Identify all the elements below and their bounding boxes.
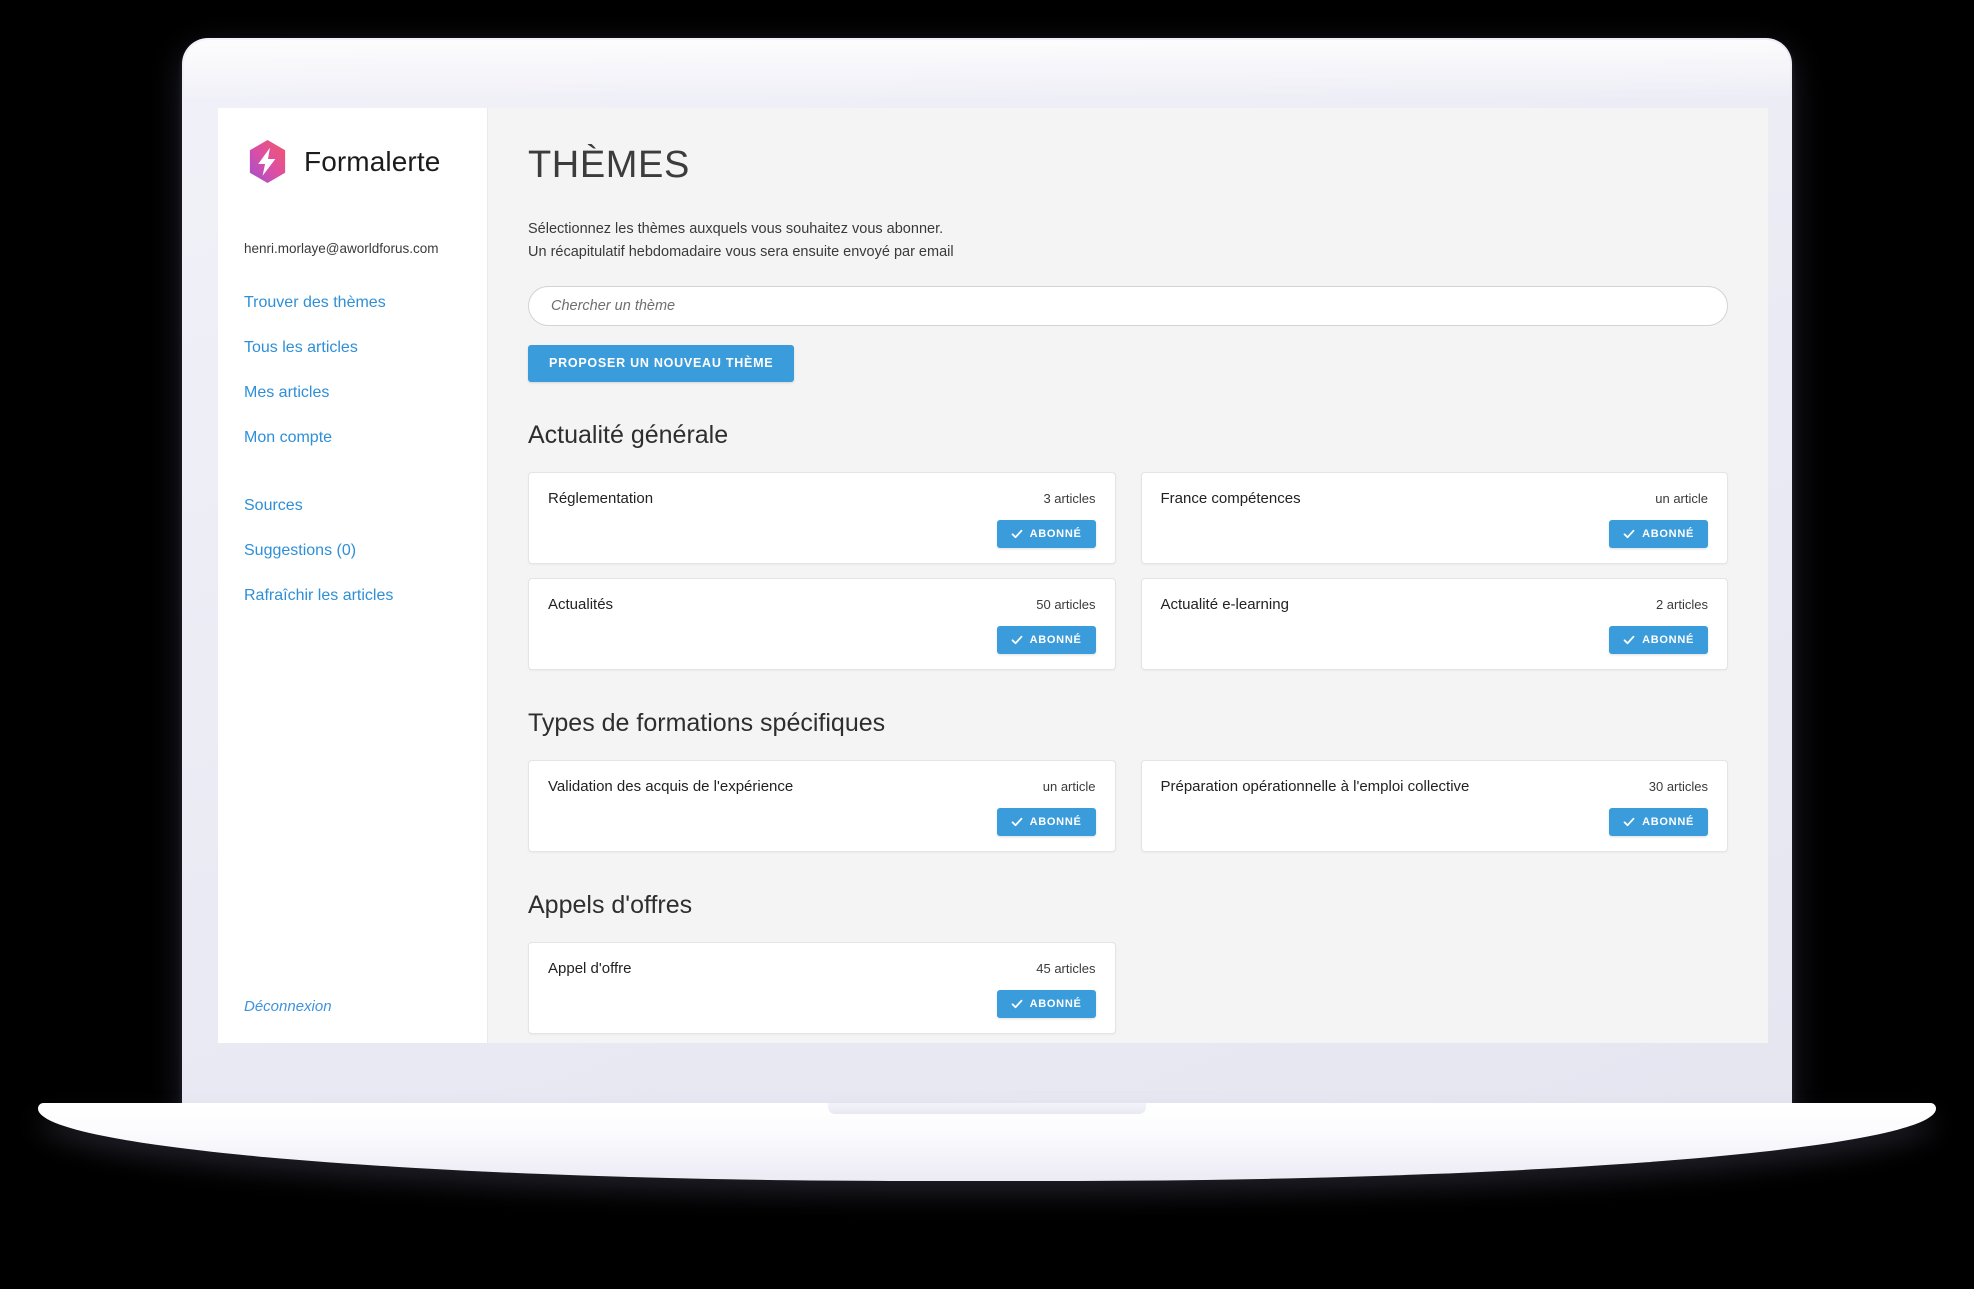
theme-card-title: Actualités: [548, 595, 614, 613]
theme-card-title: Actualité e-learning: [1160, 595, 1289, 613]
theme-card-article-count: 50 articles: [1036, 596, 1096, 612]
subscribe-toggle-button[interactable]: ABONNÉ: [996, 625, 1096, 654]
sidebar-item-suggestions[interactable]: Suggestions (0): [244, 542, 461, 560]
theme-card-grid: Réglementation 3 articles ABONNÉ France com…: [528, 471, 1728, 670]
sidebar-item-sources[interactable]: Sources: [244, 497, 461, 515]
theme-card-title: France compétences: [1160, 489, 1301, 507]
subscribe-button-label: ABONNÉ: [1029, 997, 1082, 1010]
theme-card-article-count: un article: [1655, 490, 1708, 506]
account-email: henri.morlaye@aworldforus.com: [244, 241, 439, 256]
subscribe-button-label: ABONNÉ: [1642, 815, 1694, 828]
check-icon: [1011, 634, 1023, 646]
theme-card-actions: ABONNÉ: [1161, 798, 1708, 836]
intro-line-1: Sélectionnez les thèmes auxquels vous so…: [528, 221, 944, 237]
browser-screen: Formalerte henri.morlaye@aworldforus.com…: [218, 108, 1768, 1043]
brand-logo[interactable]: Formalerte: [218, 138, 487, 185]
theme-card-title: Appel d'offre: [548, 959, 632, 977]
check-icon: [1623, 634, 1635, 646]
theme-card-actions: ABONNÉ: [1161, 616, 1708, 654]
section-title: Types de formations spécifiques: [528, 708, 886, 737]
subscribe-toggle-button[interactable]: ABONNÉ: [1609, 519, 1708, 548]
check-icon: [1623, 528, 1635, 540]
subscribe-button-label: ABONNÉ: [1642, 527, 1694, 540]
sidebar-item-rafraichir-les-articles[interactable]: Rafraîchir les articles: [244, 587, 461, 605]
theme-card-header: Actualités 50 articles: [548, 596, 1096, 615]
theme-card-actions: ABONNÉ: [548, 510, 1096, 548]
theme-section: Types de formations spécifiques Validatio…: [528, 709, 1728, 852]
theme-card-header: Actualité e-learning 2 articles: [1161, 596, 1709, 615]
theme-card-actions: ABONNÉ: [1161, 510, 1708, 548]
theme-card-article-count: un article: [1042, 778, 1096, 794]
theme-card-header: Appel d'offre 45 articles: [548, 960, 1096, 979]
subscribe-toggle-button[interactable]: ABONNÉ: [996, 989, 1096, 1018]
theme-card[interactable]: Actualités 50 articles ABONNÉ: [528, 577, 1116, 670]
sidebar-item-mes-articles[interactable]: Mes articles: [244, 384, 461, 402]
theme-card-actions: ABONNÉ: [548, 616, 1096, 654]
subscribe-toggle-button[interactable]: ABONNÉ: [996, 519, 1096, 548]
theme-card[interactable]: France compétences un article ABONNÉ: [1140, 471, 1728, 564]
subscribe-toggle-button[interactable]: ABONNÉ: [996, 807, 1096, 836]
theme-card[interactable]: Appel d'offre 45 articles ABONNÉ: [528, 941, 1116, 1034]
section-title: Appels d'offres: [528, 890, 693, 919]
lightning-bolt-hexagon-icon: [244, 138, 291, 185]
theme-card-article-count: 2 articles: [1655, 596, 1708, 612]
sidebar-item-trouver-des-themes[interactable]: Trouver des thèmes: [244, 294, 461, 312]
brand-name: Formalerte: [304, 145, 441, 177]
subscribe-button-label: ABONNÉ: [1642, 633, 1694, 646]
sidebar-nav: Trouver des thèmes Tous les articles Mes…: [218, 294, 487, 605]
theme-card-actions: ABONNÉ: [548, 980, 1096, 1018]
page-title: THÈMES: [528, 144, 690, 186]
check-icon: [1011, 998, 1023, 1010]
subscribe-toggle-button[interactable]: ABONNÉ: [1609, 807, 1708, 836]
sidebar-nav-divider: [244, 474, 461, 497]
laptop-base: [38, 1103, 1936, 1181]
intro-line-2: Un récapitulatif hebdomadaire vous sera …: [528, 244, 954, 261]
theme-card[interactable]: Préparation opérationnelle à l'emploi co…: [1140, 759, 1728, 852]
theme-card-article-count: 30 articles: [1648, 778, 1708, 794]
subscribe-button-label: ABONNÉ: [1029, 527, 1082, 540]
theme-card-actions: ABONNÉ: [548, 798, 1096, 836]
theme-card-header: Validation des acquis de l'expérience un …: [548, 778, 1096, 797]
check-icon: [1011, 528, 1023, 540]
theme-card-header: Préparation opérationnelle à l'emploi co…: [1161, 778, 1709, 797]
theme-card-title: Validation des acquis de l'expérience: [548, 777, 794, 795]
subscribe-button-label: ABONNÉ: [1029, 815, 1082, 828]
check-icon: [1623, 816, 1635, 828]
theme-card-title: Réglementation: [548, 489, 654, 507]
check-icon: [1011, 816, 1023, 828]
search-input[interactable]: [528, 285, 1728, 326]
theme-card-title: Préparation opérationnelle à l'emploi co…: [1160, 777, 1470, 795]
section-title: Actualité générale: [528, 420, 729, 449]
theme-sections: Actualité générale Réglementation 3 articl…: [528, 421, 1728, 1034]
theme-section: Actualité générale Réglementation 3 articl…: [528, 421, 1728, 670]
theme-card[interactable]: Validation des acquis de l'expérience un …: [528, 759, 1116, 852]
sidebar-item-tous-les-articles[interactable]: Tous les articles: [244, 339, 461, 357]
sidebar-item-mon-compte[interactable]: Mon compte: [244, 429, 461, 447]
laptop-mockup-scene: Formalerte henri.morlaye@aworldforus.com…: [0, 0, 1974, 1289]
subscribe-button-label: ABONNÉ: [1029, 633, 1082, 646]
theme-card-grid: Validation des acquis de l'expérience un …: [528, 759, 1728, 852]
logout-link[interactable]: Déconnexion: [244, 998, 332, 1015]
theme-section: Appels d'offres Appel d'offre 45 articles A…: [528, 891, 1728, 1034]
sidebar: Formalerte henri.morlaye@aworldforus.com…: [218, 108, 488, 1043]
propose-new-theme-button[interactable]: PROPOSER UN NOUVEAU THÈME: [528, 344, 795, 382]
main-content: THÈMES Sélectionnez les thèmes auxquels …: [488, 108, 1768, 1043]
theme-card-header: France compétences un article: [1161, 490, 1709, 509]
theme-card-header: Réglementation 3 articles: [548, 490, 1096, 509]
theme-card-article-count: 45 articles: [1036, 960, 1096, 976]
theme-card-article-count: 3 articles: [1043, 490, 1096, 506]
theme-card[interactable]: Actualité e-learning 2 articles ABONNÉ: [1140, 577, 1728, 670]
subscribe-toggle-button[interactable]: ABONNÉ: [1609, 625, 1708, 654]
theme-card-grid: Appel d'offre 45 articles ABONNÉ: [528, 941, 1728, 1034]
theme-card[interactable]: Réglementation 3 articles ABONNÉ: [528, 471, 1116, 564]
